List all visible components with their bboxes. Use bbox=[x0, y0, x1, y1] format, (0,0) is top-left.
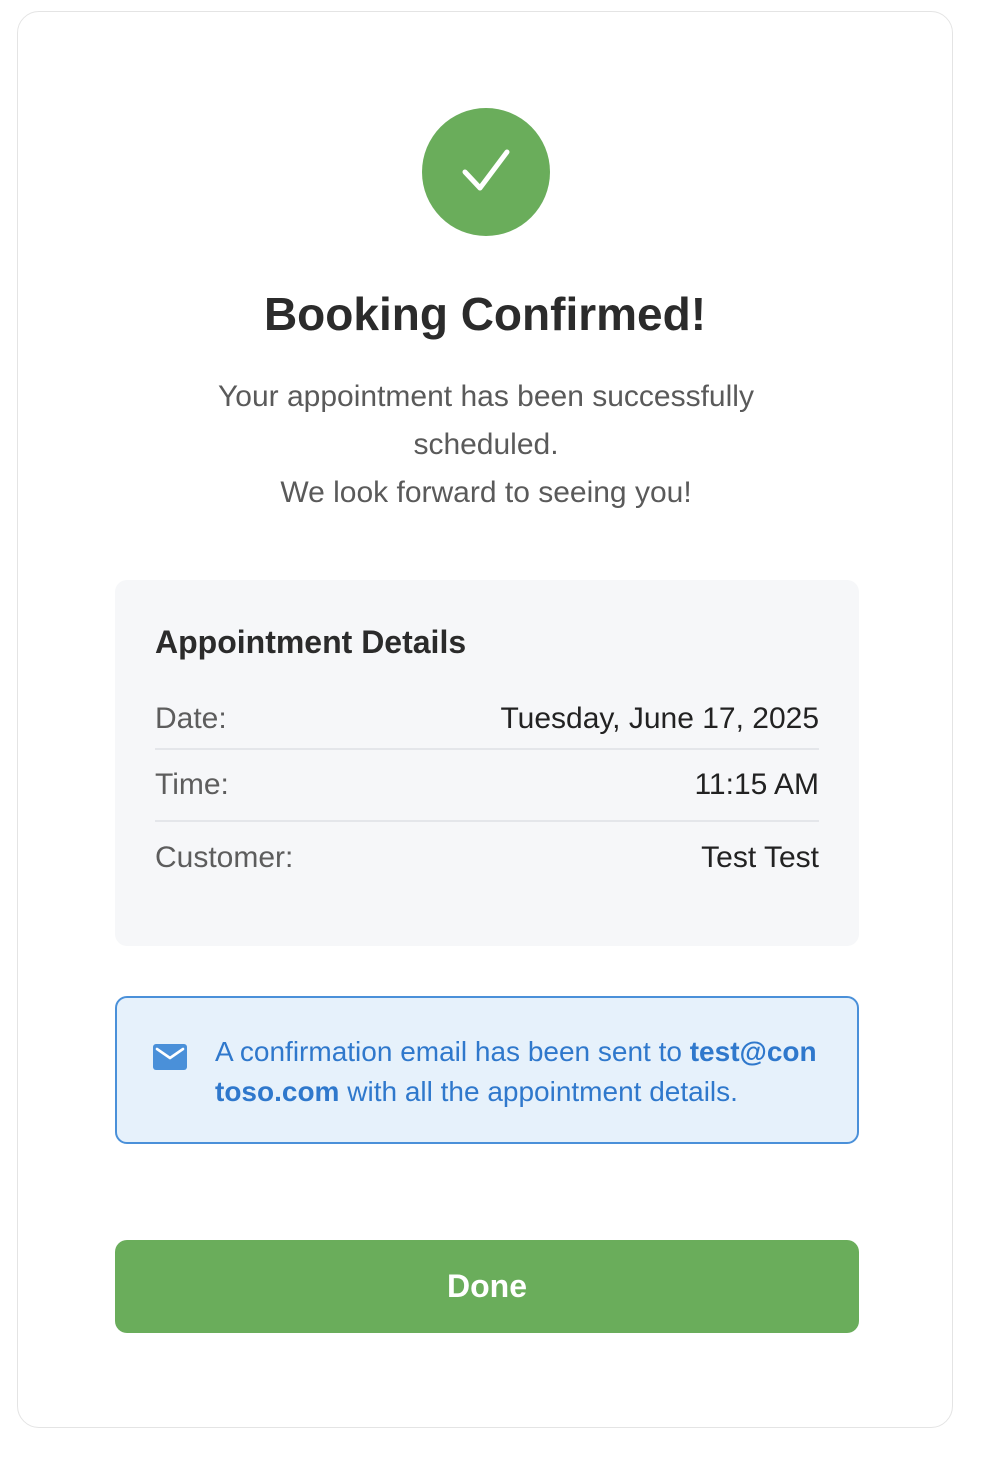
confirmation-card: Booking Confirmed! Your appointment has … bbox=[17, 11, 953, 1428]
date-value: Tuesday, June 17, 2025 bbox=[500, 702, 819, 735]
time-label: Time: bbox=[155, 768, 229, 801]
appointment-details-panel: Appointment Details Date: Tuesday, June … bbox=[115, 580, 859, 946]
page-title: Booking Confirmed! bbox=[263, 288, 707, 340]
confirmation-message: Your appointment has been successfully s… bbox=[178, 373, 794, 517]
email-notice-text: A confirmation email has been sent to te… bbox=[215, 1032, 821, 1112]
detail-row-time: Time: 11:15 AM bbox=[155, 750, 819, 822]
detail-row-customer: Customer: Test Test bbox=[155, 822, 819, 894]
email-confirmation-notice: A confirmation email has been sent to te… bbox=[115, 996, 859, 1144]
done-button[interactable]: Done bbox=[115, 1240, 859, 1333]
appointment-details-heading: Appointment Details bbox=[155, 624, 467, 660]
confirmation-message-line1: Your appointment has been successfully s… bbox=[218, 380, 754, 461]
checkmark-icon bbox=[462, 149, 510, 191]
detail-row-date: Date: Tuesday, June 17, 2025 bbox=[155, 690, 819, 750]
date-label: Date: bbox=[155, 702, 227, 735]
customer-label: Customer: bbox=[155, 841, 294, 874]
mail-icon bbox=[153, 1044, 187, 1070]
time-value: 11:15 AM bbox=[694, 768, 819, 801]
email-notice-suffix: with all the appointment details. bbox=[339, 1076, 738, 1107]
email-notice-prefix: A confirmation email has been sent to bbox=[215, 1036, 690, 1067]
customer-value: Test Test bbox=[701, 841, 819, 874]
success-check-icon bbox=[422, 108, 550, 236]
confirmation-message-line2: We look forward to seeing you! bbox=[280, 476, 692, 509]
